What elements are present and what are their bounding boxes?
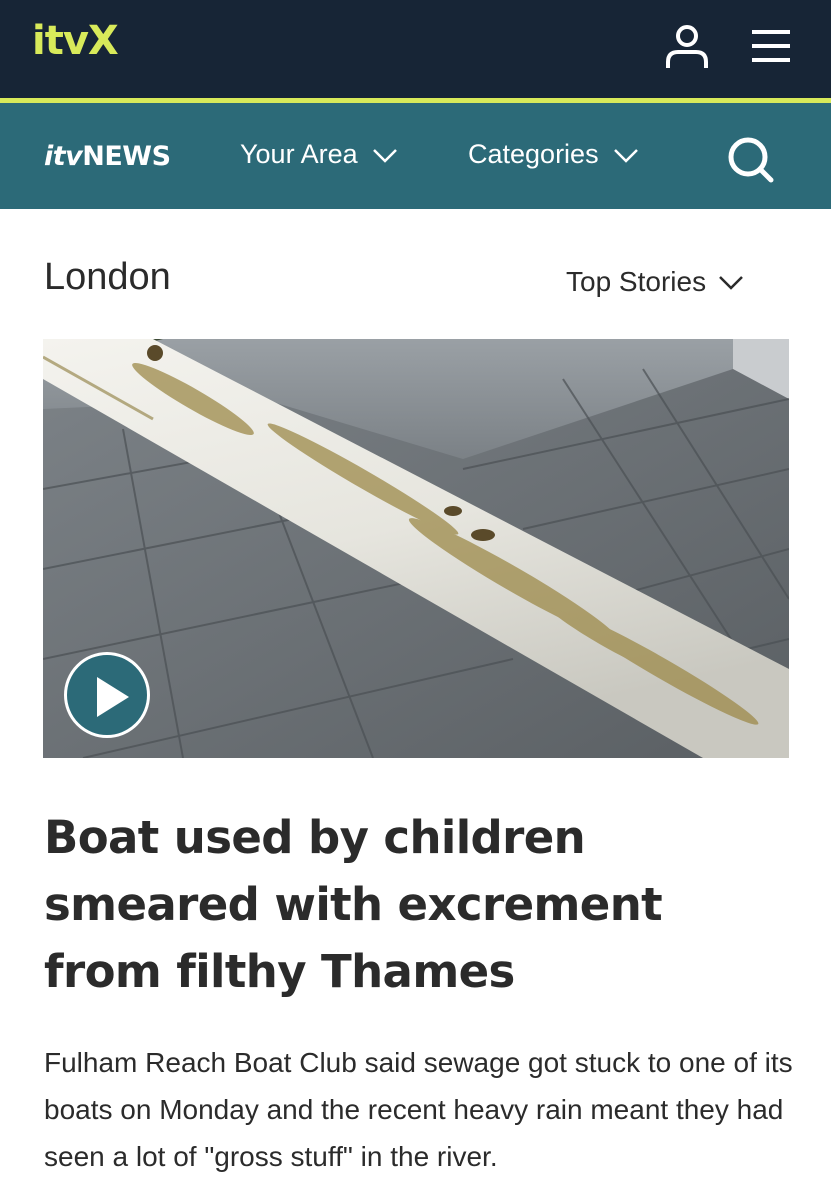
itvx-logo[interactable]: itvX: [32, 18, 119, 64]
chevron-down-icon: [719, 276, 743, 290]
nav-your-area-label: Your Area: [240, 139, 358, 169]
logo-prefix: itv: [44, 141, 83, 172]
play-icon: [97, 677, 129, 717]
account-button[interactable]: [660, 24, 714, 74]
article-summary: Fulham Reach Boat Club said sewage got s…: [44, 1047, 793, 1172]
article-video-thumbnail[interactable]: [43, 339, 789, 758]
menu-button[interactable]: [746, 26, 796, 66]
itv-news-logo[interactable]: itvNEWS: [44, 141, 171, 172]
play-video-button[interactable]: [64, 652, 150, 738]
search-button[interactable]: [724, 133, 776, 185]
search-icon: [728, 137, 774, 183]
news-navbar: itvNEWS Your Area Categories: [0, 103, 831, 209]
chevron-down-icon: [613, 148, 638, 163]
top-stories-label: Top Stories: [566, 266, 707, 297]
region-title: London: [44, 256, 171, 298]
nav-categories[interactable]: Categories: [468, 139, 639, 170]
chevron-down-icon: [372, 148, 397, 163]
top-stories-dropdown[interactable]: Top Stories: [566, 266, 744, 298]
article-headline[interactable]: Boat used by children smeared with excre…: [44, 804, 794, 1005]
logo-suffix: NEWS: [82, 141, 171, 172]
nav-your-area[interactable]: Your Area: [240, 139, 398, 170]
person-icon: [666, 25, 708, 68]
hamburger-menu-icon: [752, 30, 790, 62]
nav-categories-label: Categories: [468, 139, 599, 169]
itvx-header: itvX: [0, 0, 831, 98]
boat-hull-photo: [43, 339, 789, 758]
